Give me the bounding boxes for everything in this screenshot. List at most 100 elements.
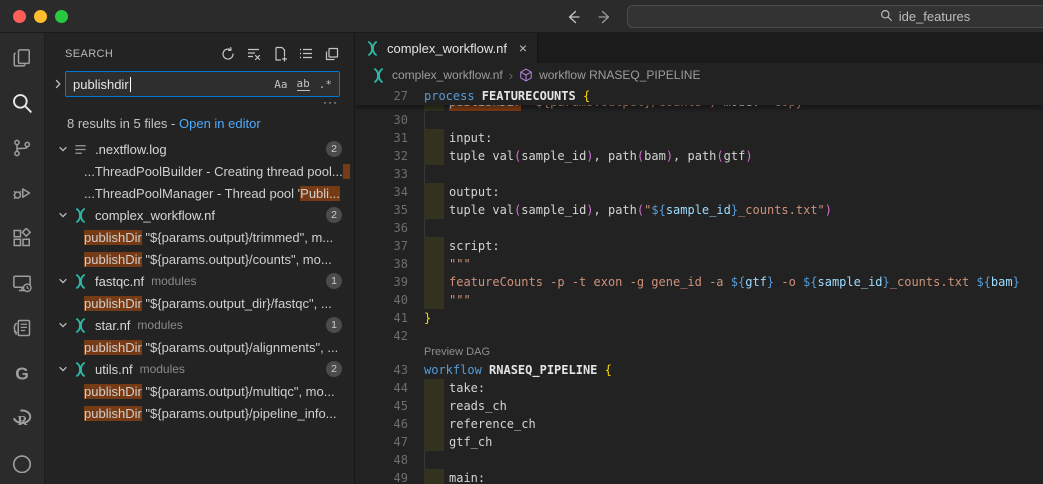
chevron-down-icon[interactable] <box>58 320 73 330</box>
open-search-editor-icon[interactable] <box>324 46 340 62</box>
code-line[interactable]: 35tuple val(sample_id), path("${sample_i… <box>355 201 1043 219</box>
scope-highlight-band <box>424 291 444 309</box>
code-token: script: <box>449 237 500 255</box>
back-icon[interactable] <box>565 9 581 25</box>
code-line[interactable]: 36 <box>355 219 1043 237</box>
view-as-list-icon[interactable] <box>298 46 314 62</box>
code-line[interactable]: 44take: <box>355 379 1043 397</box>
code-token: main: <box>449 469 485 484</box>
code-line[interactable]: 46reference_ch <box>355 415 1043 433</box>
file-result-row[interactable]: utils.nfmodules2 <box>45 358 354 380</box>
match-text: "${params.output}/counts", mo... <box>142 252 332 267</box>
match-result-row[interactable]: ...ThreadPoolBuilder - Creating thread p… <box>45 160 354 182</box>
match-case-toggle[interactable]: Aa <box>274 78 287 91</box>
close-window-button[interactable] <box>13 10 26 23</box>
code-line[interactable]: 38""" <box>355 255 1043 273</box>
open-in-editor-link[interactable]: Open in editor <box>179 116 261 131</box>
code-token: reference_ch <box>449 415 536 433</box>
codelens-preview-dag[interactable]: Preview DAG <box>355 345 1043 361</box>
file-result-row[interactable]: .nextflow.log2 <box>45 138 354 160</box>
chevron-down-icon[interactable] <box>58 210 73 220</box>
r-lang-icon[interactable]: R <box>10 408 34 428</box>
breadcrumb-file[interactable]: complex_workflow.nf <box>392 68 503 82</box>
match-highlight: Publi... <box>300 186 340 201</box>
toggle-search-details[interactable]: ··· <box>45 97 354 110</box>
remote-explorer-icon[interactable] <box>10 273 34 293</box>
code-line[interactable]: 30 <box>355 111 1043 129</box>
match-text: "${params.output_dir}/fastqc", ... <box>142 296 332 311</box>
code-line[interactable]: 37script: <box>355 237 1043 255</box>
chevron-down-icon[interactable] <box>58 364 73 374</box>
breadcrumb-symbol[interactable]: workflow RNASEQ_PIPELINE <box>539 68 700 82</box>
line-number: 43 <box>355 361 408 379</box>
match-result-row[interactable]: publishDir "${params.output}/trimmed", m… <box>45 226 354 248</box>
code-line[interactable]: 48 <box>355 451 1043 469</box>
explorer-icon[interactable] <box>10 48 34 68</box>
code-token: ) <box>825 201 832 219</box>
account-icon[interactable] <box>10 453 34 473</box>
code-token: } <box>731 201 738 219</box>
partially-visible-line: publishDir "${params.output}/counts", mo… <box>355 105 1043 111</box>
match-result-row[interactable]: publishDir "${params.output}/pipeline_in… <box>45 402 354 424</box>
code-line[interactable]: 31input: <box>355 129 1043 147</box>
code-token: mode: <box>724 105 767 111</box>
scope-highlight-band <box>424 201 444 219</box>
file-result-row[interactable]: complex_workflow.nf2 <box>45 204 354 226</box>
code-line[interactable]: 49main: <box>355 469 1043 484</box>
code-line[interactable]: 43workflow RNASEQ_PIPELINE { <box>355 361 1043 379</box>
match-result-row[interactable]: publishDir "${params.output_dir}/fastqc"… <box>45 292 354 314</box>
sticky-scroll-line[interactable]: 27process FEATURECOUNTS { <box>355 87 1043 105</box>
code-token: reads_ch <box>449 397 507 415</box>
code-token: ${ <box>976 273 990 291</box>
code-editor[interactable]: 27process FEATURECOUNTS {publishDir "${p… <box>355 87 1043 484</box>
file-folder-description: modules <box>151 274 196 288</box>
minimize-window-button[interactable] <box>34 10 47 23</box>
chevron-down-icon[interactable] <box>58 276 73 286</box>
code-token: sample_id <box>521 201 586 219</box>
snippets-icon[interactable] <box>10 318 34 338</box>
search-input[interactable]: publishdir Aaab.* <box>65 71 340 97</box>
gitlens-icon[interactable]: G <box>10 363 34 383</box>
match-result-row[interactable]: publishDir "${params.output}/multiqc", m… <box>45 380 354 402</box>
indent-guide <box>424 111 425 129</box>
line-number: 34 <box>355 183 408 201</box>
nextflow-icon <box>73 362 95 377</box>
toggle-replace-chevron-icon[interactable] <box>50 79 65 89</box>
new-search-editor-icon[interactable] <box>272 46 288 62</box>
scope-highlight-band <box>424 183 444 201</box>
command-center-search[interactable]: ide_features <box>627 5 1043 28</box>
extensions-icon[interactable] <box>10 228 34 248</box>
match-result-row[interactable]: publishDir "${params.output}/counts", mo… <box>45 248 354 270</box>
clear-results-icon[interactable] <box>246 46 262 62</box>
code-line[interactable]: 32tuple val(sample_id), path(bam), path(… <box>355 147 1043 165</box>
search-icon[interactable] <box>10 93 34 113</box>
source-control-icon[interactable] <box>10 138 34 158</box>
match-result-row[interactable]: ...ThreadPoolManager - Thread pool 'Publ… <box>45 182 354 204</box>
close-tab-icon[interactable]: × <box>519 41 527 55</box>
forward-icon[interactable] <box>597 9 613 25</box>
run-debug-icon[interactable] <box>10 183 34 203</box>
code-line[interactable]: 41} <box>355 309 1043 327</box>
maximize-window-button[interactable] <box>55 10 68 23</box>
chevron-down-icon[interactable] <box>58 144 73 154</box>
line-number: 40 <box>355 291 408 309</box>
code-line[interactable]: 33 <box>355 165 1043 183</box>
file-folder-description: modules <box>137 318 182 332</box>
file-result-row[interactable]: star.nfmodules1 <box>45 314 354 336</box>
whole-word-toggle[interactable]: ab <box>297 77 310 91</box>
code-line[interactable]: 47gtf_ch <box>355 433 1043 451</box>
indent-guide <box>424 219 425 237</box>
line-number: 36 <box>355 219 408 237</box>
tab-complex-workflow[interactable]: complex_workflow.nf × <box>355 33 538 63</box>
code-token: tuple val <box>449 147 514 165</box>
match-result-row[interactable]: publishDir "${params.output}/alignments"… <box>45 336 354 358</box>
refresh-icon[interactable] <box>220 46 236 62</box>
code-token: bam <box>644 147 666 165</box>
scope-highlight-band <box>424 237 444 255</box>
code-line[interactable]: 34output: <box>355 183 1043 201</box>
code-line[interactable]: 45reads_ch <box>355 397 1043 415</box>
regex-toggle[interactable]: .* <box>319 78 332 91</box>
code-line[interactable]: 39featureCounts -p -t exon -g gene_id -a… <box>355 273 1043 291</box>
code-line[interactable]: 40""" <box>355 291 1043 309</box>
file-result-row[interactable]: fastqc.nfmodules1 <box>45 270 354 292</box>
